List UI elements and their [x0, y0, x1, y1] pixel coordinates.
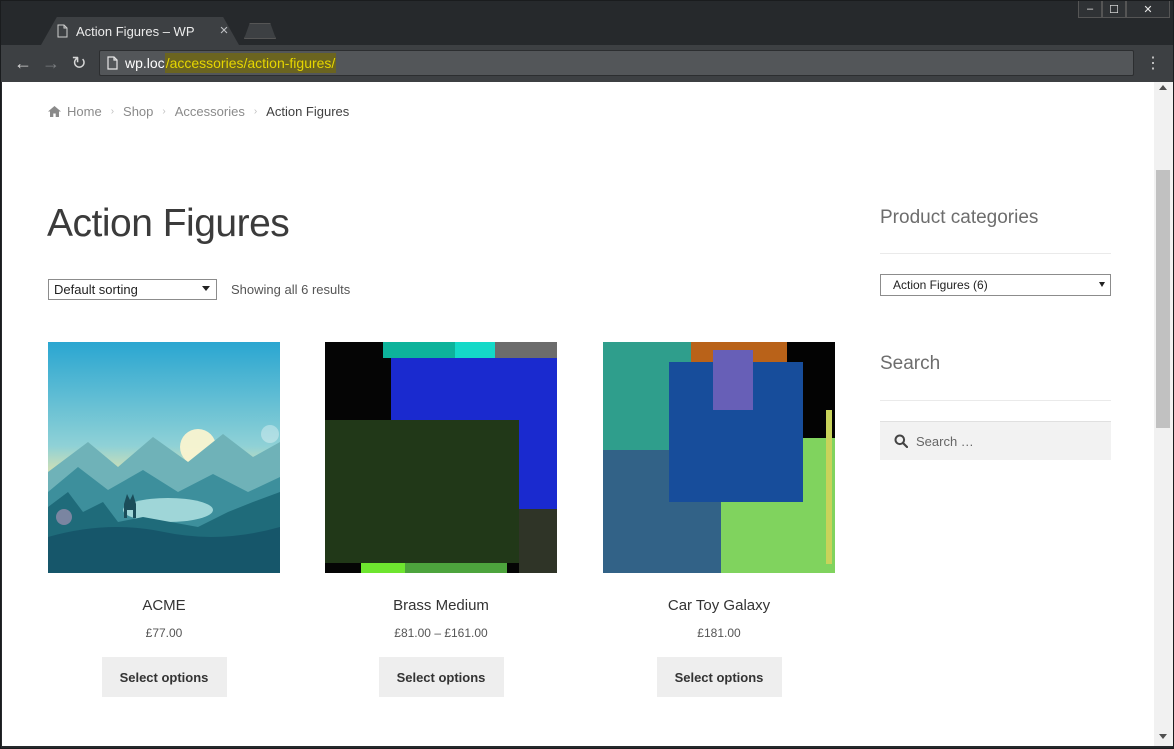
dropdown-arrow-icon: [1099, 282, 1105, 287]
browser-window: Action Figures – WP × – ☐ ✕ ← → ↻ wp.loc…: [0, 0, 1174, 749]
abstract-image: [603, 342, 835, 573]
search-widget-title: Search: [880, 353, 941, 374]
page-icon: [57, 24, 68, 38]
window-controls: – ☐ ✕: [1078, 1, 1170, 18]
product-name[interactable]: Brass Medium: [325, 597, 557, 614]
product-image[interactable]: [48, 342, 280, 573]
forward-button[interactable]: →: [39, 51, 63, 75]
sorting-select-value: Default sorting: [54, 282, 138, 297]
url-host: wp.loc: [125, 55, 165, 71]
breadcrumb-separator: ›: [110, 106, 115, 117]
search-input[interactable]: Search …: [880, 421, 1111, 460]
product-card: ACME £77.00 Select options: [48, 342, 280, 697]
breadcrumb-home-link[interactable]: Home: [67, 104, 102, 119]
home-icon: [48, 106, 61, 117]
product-price: £81.00 – £161.00: [394, 626, 488, 640]
page-info-icon[interactable]: [107, 56, 118, 70]
breadcrumb-current: Action Figures: [266, 104, 350, 119]
product-price: £181.00: [697, 626, 741, 640]
breadcrumb-shop-link[interactable]: Shop: [123, 104, 153, 119]
tab-close-icon[interactable]: ×: [215, 21, 233, 39]
active-tab-content: Action Figures – WP: [57, 17, 195, 45]
landscape-image: [48, 342, 280, 573]
page-title: Action Figures: [47, 202, 290, 245]
back-button[interactable]: ←: [11, 51, 35, 75]
product-card: Brass Medium £81.00 – £161.00 Select opt…: [325, 342, 557, 697]
breadcrumb: Home › Shop › Accessories › Action Figur…: [48, 104, 349, 119]
product-image[interactable]: [325, 342, 557, 573]
divider: [880, 253, 1111, 254]
scrollbar-thumb[interactable]: [1156, 170, 1170, 428]
product-price: £77.00: [145, 626, 183, 640]
product-card: Car Toy Galaxy £181.00 Select options: [603, 342, 835, 697]
close-window-button[interactable]: ✕: [1126, 1, 1170, 18]
breadcrumb-accessories-link[interactable]: Accessories: [175, 104, 245, 119]
select-options-button[interactable]: Select options: [101, 657, 227, 697]
scrollbar[interactable]: [1154, 82, 1173, 746]
product-categories-title: Product categories: [880, 207, 1039, 228]
minimize-button[interactable]: –: [1078, 1, 1102, 18]
product-name[interactable]: Car Toy Galaxy: [603, 597, 835, 614]
browser-menu-icon[interactable]: ⋮: [1144, 51, 1162, 75]
sorting-select[interactable]: Default sorting: [48, 279, 217, 300]
select-options-button[interactable]: Select options: [656, 657, 782, 697]
page-viewport: Home › Shop › Accessories › Action Figur…: [2, 82, 1154, 746]
reload-button[interactable]: ↻: [67, 51, 91, 75]
tab-title: Action Figures – WP: [76, 23, 195, 39]
abstract-image: [325, 342, 557, 573]
tab-bar: Action Figures – WP × – ☐ ✕: [1, 1, 1173, 45]
result-count: Showing all 6 results: [231, 282, 351, 297]
maximize-button[interactable]: ☐: [1102, 1, 1126, 18]
dropdown-arrow-icon: [202, 286, 210, 291]
scroll-up-icon[interactable]: [1159, 85, 1167, 90]
breadcrumb-separator: ›: [162, 106, 166, 117]
divider: [880, 400, 1111, 401]
category-select-value: Action Figures (6): [893, 278, 988, 292]
url-path: /accessories/action-figures/: [164, 53, 337, 73]
breadcrumb-separator: ›: [253, 106, 258, 117]
new-tab-button[interactable]: [244, 23, 276, 39]
product-image[interactable]: [603, 342, 835, 573]
address-bar[interactable]: wp.loc/accessories/action-figures/: [99, 50, 1134, 76]
product-name[interactable]: ACME: [48, 597, 280, 614]
select-options-button[interactable]: Select options: [378, 657, 504, 697]
product-categories-select[interactable]: Action Figures (6): [880, 274, 1111, 296]
search-icon: [894, 434, 908, 448]
search-placeholder: Search …: [916, 433, 974, 449]
scroll-down-icon[interactable]: [1159, 734, 1167, 739]
